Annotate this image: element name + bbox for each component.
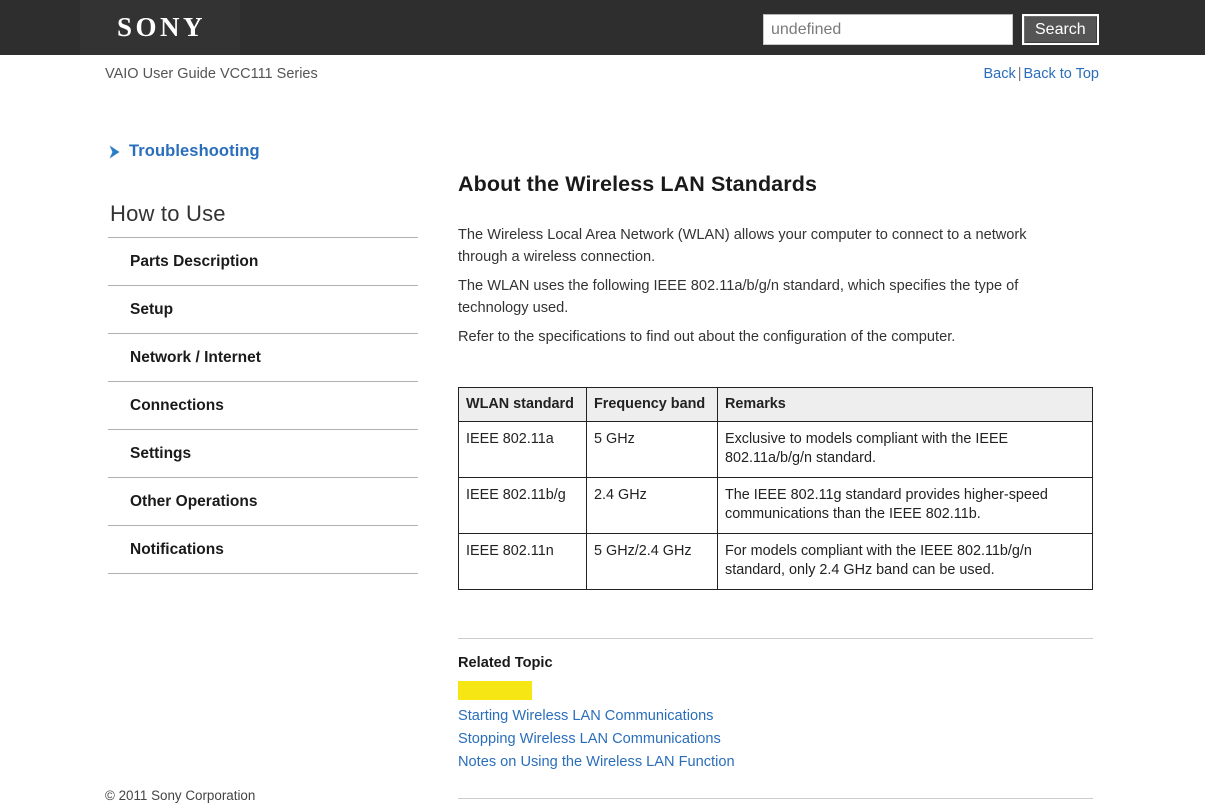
related-link-stopping-wireless-lan[interactable]: Stopping Wireless LAN Communications	[458, 728, 721, 751]
site-header: SONY Search	[0, 0, 1205, 55]
sidebar-nav-list: Parts Description Setup Network / Intern…	[108, 237, 418, 574]
sidebar-item-connections[interactable]: Connections	[108, 382, 418, 430]
sidebar-item-label: Settings	[130, 445, 192, 462]
sidebar-section-heading: How to Use	[110, 201, 226, 226]
main-content: About the Wireless LAN Standards The Wir…	[458, 172, 1093, 799]
sidebar-item-parts-description[interactable]: Parts Description	[108, 238, 418, 286]
table-cell-remarks: Exclusive to models compliant with the I…	[717, 420, 1093, 478]
table-cell-standard: IEEE 802.11n	[458, 532, 587, 590]
table-header-cell: Remarks	[717, 386, 1093, 422]
sidebar-item-settings[interactable]: Settings	[108, 430, 418, 478]
table-cell-band: 5 GHz	[586, 420, 718, 478]
table-header-cell: WLAN standard	[458, 386, 587, 422]
search-area: Search	[763, 14, 1099, 45]
sidebar-item-label: Other Operations	[130, 493, 258, 510]
sony-logo-text: SONY	[116, 12, 206, 42]
table-cell-remarks: The IEEE 802.11g standard provides highe…	[717, 476, 1093, 534]
search-input[interactable]	[763, 14, 1013, 45]
sidebar-item-label: Connections	[130, 397, 224, 414]
table-row: IEEE 802.11b/g 2.4 GHz The IEEE 802.11g …	[458, 476, 1093, 534]
content-bottom-divider	[458, 797, 1093, 799]
related-topic-links: Starting Wireless LAN Communications Sto…	[458, 705, 1093, 774]
table-header-cell: Frequency band	[586, 386, 718, 422]
related-link-starting-wireless-lan[interactable]: Starting Wireless LAN Communications	[458, 705, 713, 728]
sidebar-item-network-internet[interactable]: Network / Internet	[108, 334, 418, 382]
header-nav-links: Back | Back to Top	[983, 66, 1099, 82]
sidebar-item-other-operations[interactable]: Other Operations	[108, 478, 418, 526]
sidebar-item-label: Parts Description	[130, 253, 259, 270]
wlan-standards-table: WLAN standard Frequency band Remarks IEE…	[458, 386, 1093, 590]
footer-copyright: © 2011 Sony Corporation	[105, 788, 256, 803]
table-cell-band: 2.4 GHz	[586, 476, 718, 534]
sidebar-item-label: Setup	[130, 301, 174, 318]
table-row: IEEE 802.11a 5 GHz Exclusive to models c…	[458, 420, 1093, 478]
related-link-notes-wireless-lan[interactable]: Notes on Using the Wireless LAN Function	[458, 751, 735, 774]
intro-paragraph-1: The Wireless Local Area Network (WLAN) a…	[458, 227, 1027, 265]
table-cell-standard: IEEE 802.11a	[458, 420, 587, 478]
sidebar-item-label: Network / Internet	[130, 349, 261, 366]
sidebar-troubleshooting-label: Troubleshooting	[129, 142, 260, 160]
yellow-highlight-marker	[458, 680, 532, 700]
sony-logo[interactable]: SONY	[80, 0, 240, 55]
related-topic-section: Related Topic Starting Wireless LAN Comm…	[458, 637, 1093, 774]
sidebar-item-notifications[interactable]: Notifications	[108, 526, 418, 574]
sidebar-item-label: Notifications	[130, 541, 224, 558]
table-cell-remarks: For models compliant with the IEEE 802.1…	[717, 532, 1093, 590]
page-title: About the Wireless LAN Standards	[458, 172, 817, 196]
back-to-top-link[interactable]: Back to Top	[1023, 66, 1099, 82]
table-cell-standard: IEEE 802.11b/g	[458, 476, 587, 534]
chevron-right-icon	[108, 144, 122, 160]
back-link[interactable]: Back	[983, 66, 1015, 82]
search-button[interactable]: Search	[1022, 14, 1099, 45]
intro-paragraph-3: Refer to the specifications to find out …	[458, 329, 956, 345]
intro-paragraph-2: The WLAN uses the following IEEE 802.11a…	[458, 278, 1019, 316]
table-header-row: WLAN standard Frequency band Remarks	[458, 386, 1093, 422]
sidebar-item-setup[interactable]: Setup	[108, 286, 418, 334]
subheader: VAIO User Guide VCC111 Series Back | Back …	[0, 66, 1205, 90]
table-row: IEEE 802.11n 5 GHz/2.4 GHz For models co…	[458, 532, 1093, 590]
table-cell-band: 5 GHz/2.4 GHz	[586, 532, 718, 590]
sidebar-item-troubleshooting[interactable]: Troubleshooting	[108, 142, 418, 161]
guide-title: VAIO User Guide VCC111 Series	[105, 66, 318, 82]
sidebar: Troubleshooting How to Use Parts Descrip…	[108, 142, 418, 574]
related-topic-title: Related Topic	[458, 654, 553, 671]
